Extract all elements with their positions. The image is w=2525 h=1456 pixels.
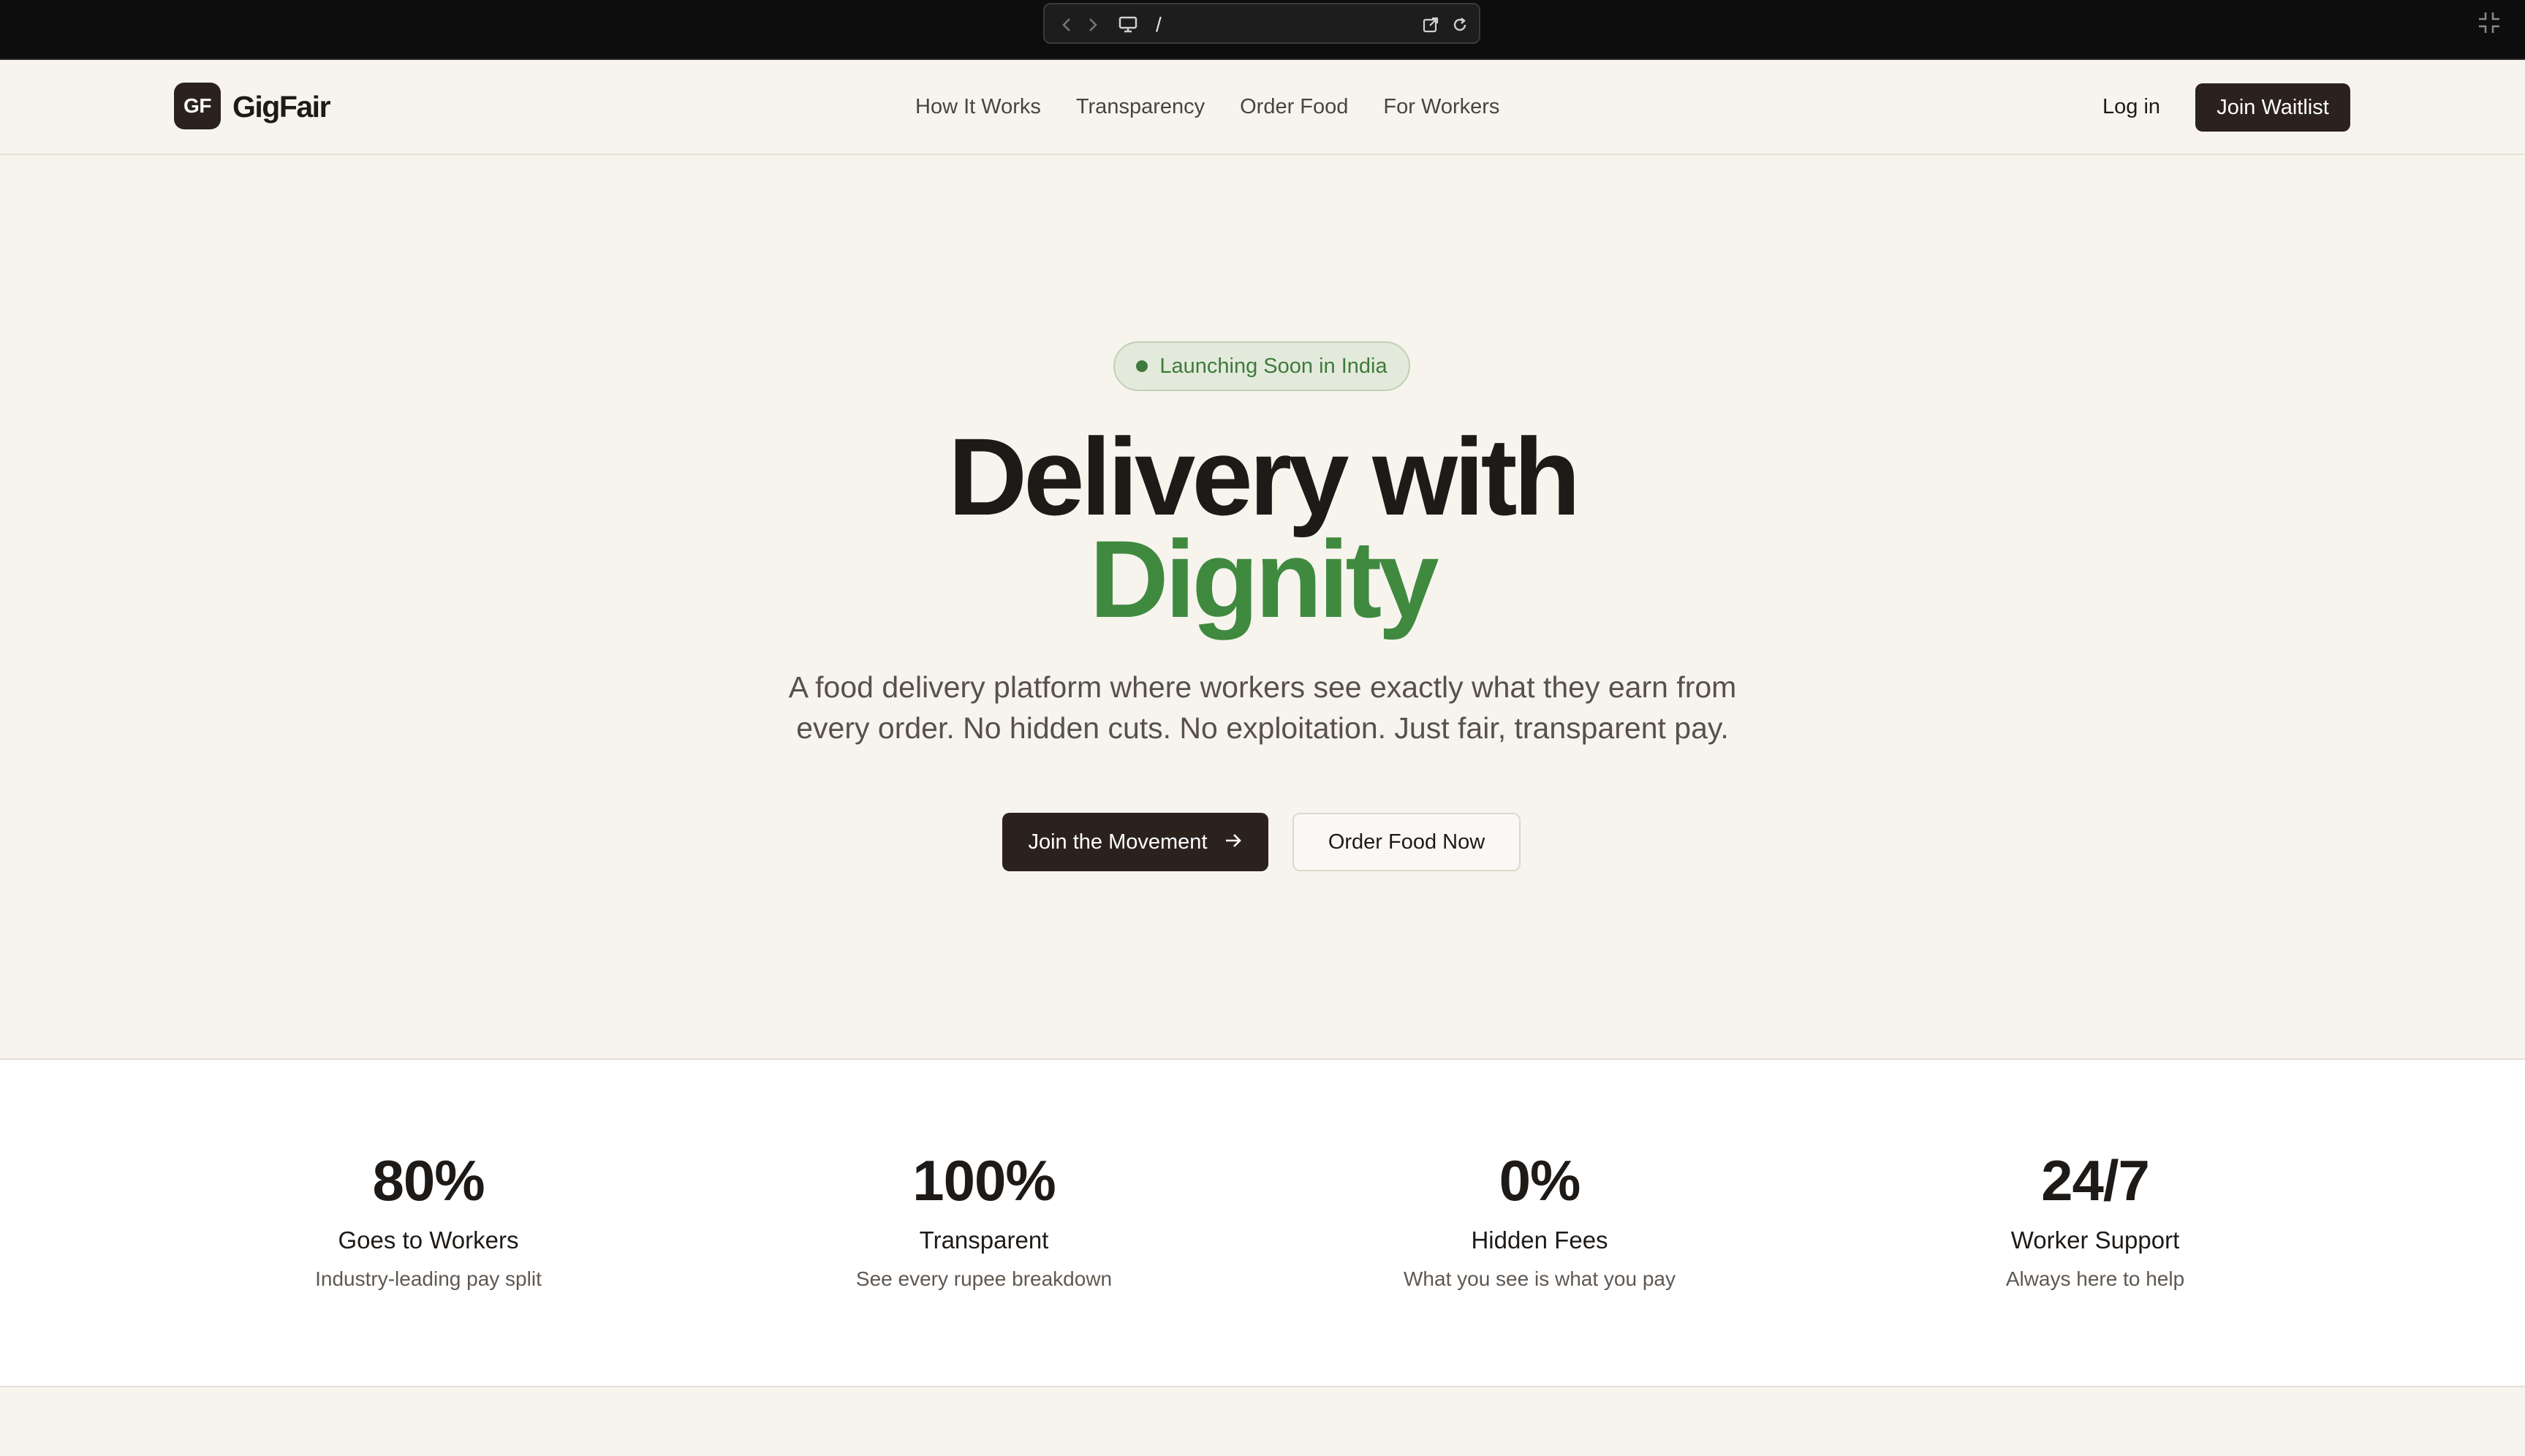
browser-toolbar: / [0, 0, 2525, 60]
status-dot-icon [1136, 360, 1148, 372]
stat-description: Industry-leading pay split [315, 1267, 542, 1290]
hero-headline: Delivery with Dignity [0, 415, 2525, 640]
forward-icon[interactable] [1083, 4, 1103, 45]
stat-label: Worker Support [2010, 1226, 2180, 1254]
open-external-icon[interactable] [1419, 4, 1442, 45]
stats-section: 80% Goes to Workers Industry-leading pay… [0, 1058, 2525, 1387]
arrow-right-icon [1224, 830, 1243, 854]
stat-label: Goes to Workers [338, 1226, 519, 1254]
reload-icon[interactable] [1448, 4, 1472, 45]
nav-link-how-it-works[interactable]: How It Works [915, 89, 1041, 124]
logo-text[interactable]: GigFair [232, 86, 331, 127]
hero-subtitle: A food delivery platform where workers s… [788, 670, 1737, 745]
stat-description: What you see is what you pay [1404, 1267, 1676, 1290]
headline-line-1: Delivery with [947, 415, 1581, 538]
nav-links: How It Works Transparency Order Food For… [915, 89, 1499, 124]
headline-line-2: Dignity [1089, 517, 1439, 640]
join-movement-button[interactable]: Join the Movement [1002, 813, 1268, 871]
login-link[interactable]: Log in [2102, 89, 2160, 124]
back-icon[interactable] [1056, 4, 1077, 45]
launch-badge-text: Launching Soon in India [1159, 354, 1388, 378]
hero-section: Launching Soon in India Delivery with Di… [0, 155, 2525, 1058]
join-movement-label: Join the Movement [1028, 830, 1208, 854]
launch-badge: Launching Soon in India [1113, 341, 1410, 391]
stat-value: 80% [372, 1148, 485, 1213]
stat-label: Hidden Fees [1471, 1226, 1608, 1254]
join-waitlist-button[interactable]: Join Waitlist [2195, 83, 2350, 132]
order-food-now-button[interactable]: Order Food Now [1292, 813, 1521, 871]
nav-link-transparency[interactable]: Transparency [1076, 89, 1205, 124]
stat-value: 100% [912, 1148, 1056, 1213]
url-text[interactable]: / [1156, 10, 1162, 39]
nav-link-for-workers[interactable]: For Workers [1383, 89, 1499, 124]
exit-fullscreen-icon[interactable] [2477, 10, 2502, 35]
stat-description: See every rupee breakdown [855, 1267, 1113, 1290]
logo-mark[interactable]: GF [174, 83, 221, 129]
address-bar[interactable]: / [1043, 3, 1480, 44]
stat-value: 24/7 [2041, 1148, 2150, 1213]
monitor-icon [1115, 4, 1141, 45]
nav-link-order-food[interactable]: Order Food [1240, 89, 1348, 124]
stat-description: Always here to help [2005, 1267, 2185, 1290]
stat-label: Transparent [919, 1226, 1049, 1254]
stat-value: 0% [1499, 1148, 1581, 1213]
site-header: GF GigFair How It Works Transparency Ord… [0, 60, 2525, 155]
